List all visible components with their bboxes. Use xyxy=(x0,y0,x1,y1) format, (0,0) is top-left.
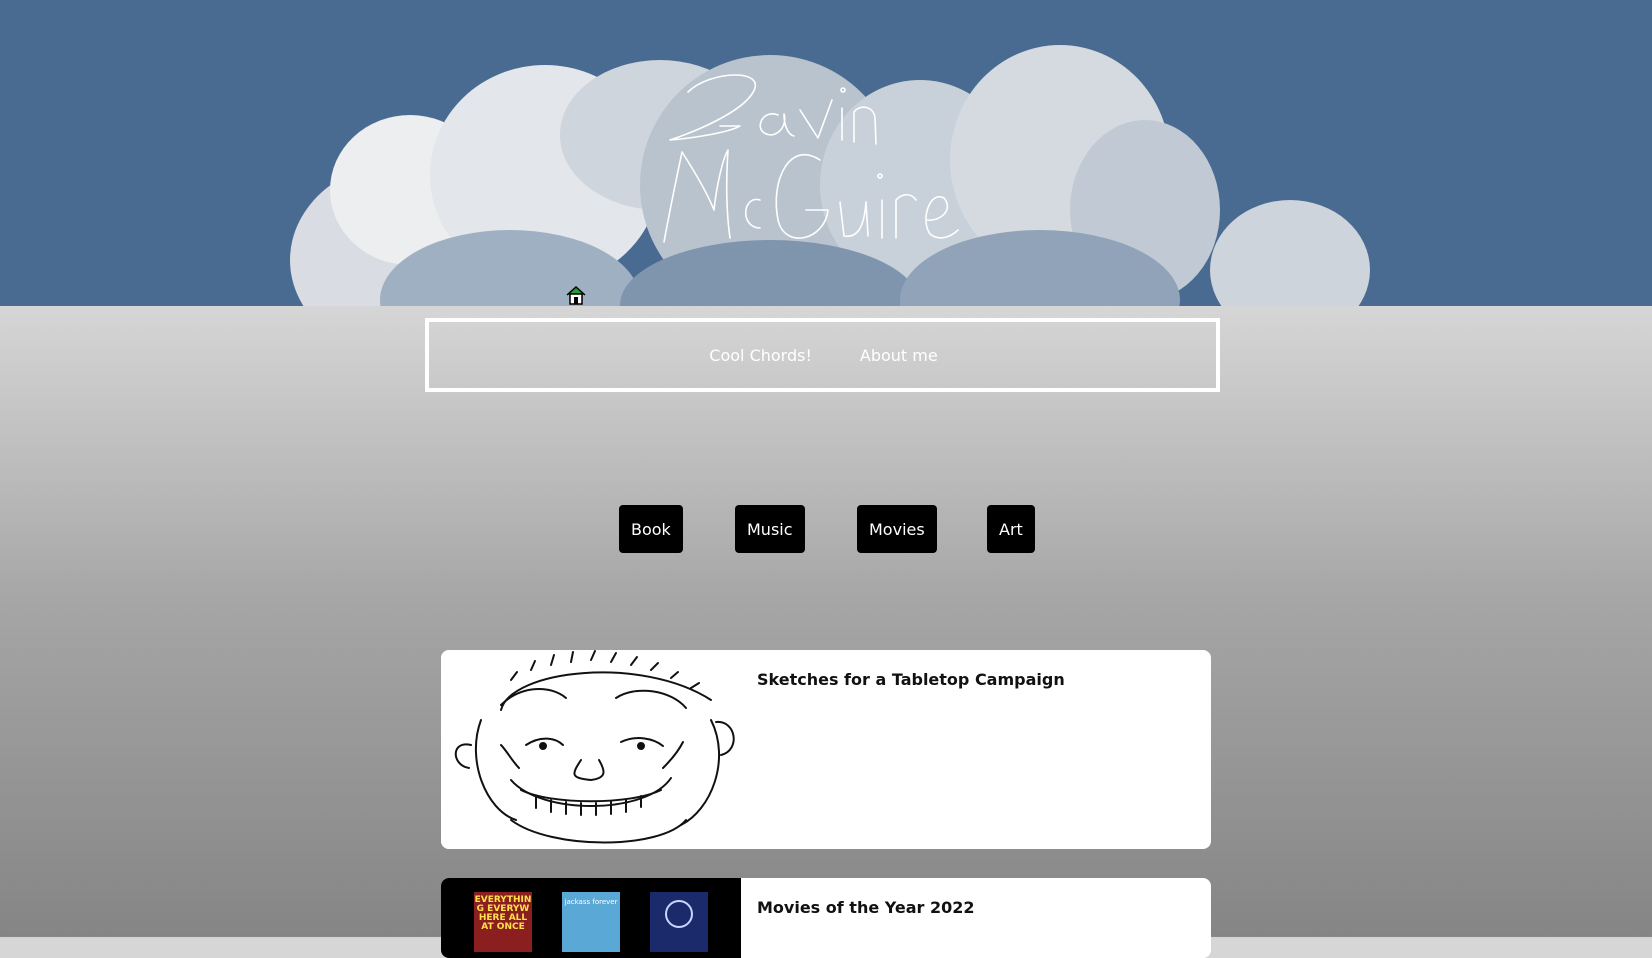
post-card[interactable]: Sketches for a Tabletop Campaign xyxy=(441,650,1211,849)
signature-logo xyxy=(663,74,959,243)
movie-posters-thumbnail: EVERYTHING EVERYWHERE ALL AT ONCE jackas… xyxy=(441,878,741,958)
nav-link-cool-chords[interactable]: Cool Chords! xyxy=(709,346,812,365)
home-icon[interactable] xyxy=(565,285,587,305)
category-filter-bar: Book Music Movies Art xyxy=(0,505,1652,553)
filter-art-button[interactable]: Art xyxy=(987,505,1035,553)
poster-helmet-art xyxy=(665,900,693,928)
cloud-shape xyxy=(1210,200,1370,306)
movie-poster: EVERYTHING EVERYWHERE ALL AT ONCE xyxy=(474,892,532,952)
nav-link-about-me[interactable]: About me xyxy=(860,346,938,365)
post-card[interactable]: EVERYTHING EVERYWHERE ALL AT ONCE jackas… xyxy=(441,878,1211,958)
filter-music-button[interactable]: Music xyxy=(735,505,805,553)
post-title[interactable]: Movies of the Year 2022 xyxy=(757,898,975,917)
poster-title-text: jackass forever xyxy=(564,898,618,906)
post-title[interactable]: Sketches for a Tabletop Campaign xyxy=(757,670,1065,689)
filter-movies-button[interactable]: Movies xyxy=(857,505,937,553)
sketch-face-thumbnail xyxy=(441,650,741,849)
poster-title-text: EVERYTHING EVERYWHERE ALL AT ONCE xyxy=(474,895,532,932)
site-header xyxy=(0,0,1652,306)
main-nav: Cool Chords! About me xyxy=(425,318,1220,392)
filter-book-button[interactable]: Book xyxy=(619,505,683,553)
movie-poster: jackass forever xyxy=(562,892,620,952)
movie-poster xyxy=(650,892,708,952)
